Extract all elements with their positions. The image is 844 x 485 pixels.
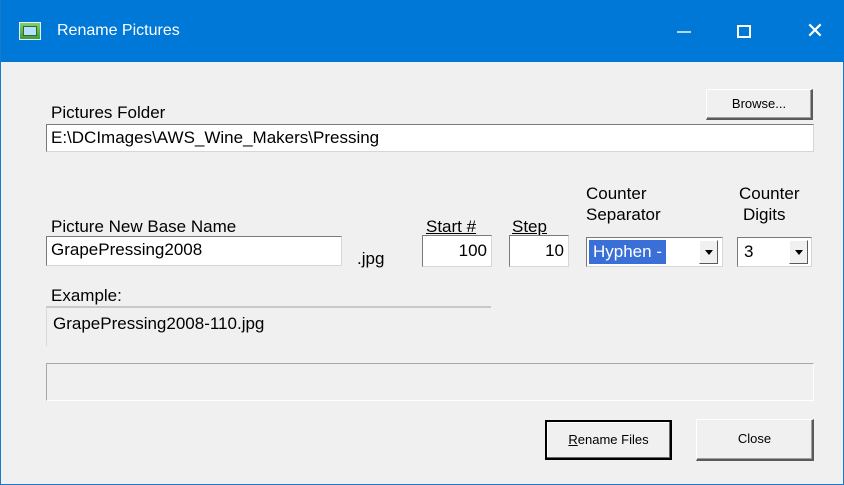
rename-files-label: ename Files xyxy=(577,432,649,447)
counter-digits-select[interactable]: 3 xyxy=(737,237,812,267)
pictures-app-icon[interactable] xyxy=(19,22,41,40)
pictures-folder-label: Pictures Folder xyxy=(51,103,166,122)
example-label: Example: xyxy=(51,286,122,305)
minimize-button[interactable] xyxy=(654,0,714,62)
maximize-icon xyxy=(737,25,751,39)
base-name-label: Picture New Base Name xyxy=(51,217,237,236)
step-label: Step xyxy=(512,217,547,236)
counter-digits-label-line2: Digits xyxy=(743,205,786,224)
step-field[interactable]: 10 xyxy=(509,235,569,267)
counter-separator-select[interactable]: Hyphen - xyxy=(586,237,723,267)
counter-separator-label-line1: Counter xyxy=(586,184,647,203)
counter-separator-label-line2: Separator xyxy=(586,205,661,224)
example-output: GrapePressing2008-110.jpg xyxy=(46,306,491,346)
close-icon: ✕ xyxy=(805,18,825,43)
counter-digits-value: 3 xyxy=(744,242,754,261)
title-bar[interactable]: Rename Pictures ✕ xyxy=(1,0,844,62)
minimize-icon xyxy=(677,30,691,33)
pictures-folder-field[interactable]: E:\DCImages\AWS_Wine_Makers\Pressing xyxy=(46,124,814,152)
rename-files-accesskey: R xyxy=(568,432,578,447)
chevron-down-icon[interactable] xyxy=(699,240,718,264)
browse-button[interactable]: Browse... xyxy=(706,89,813,120)
rename-pictures-window: Rename Pictures ✕ Pictures Folder Browse… xyxy=(0,0,844,485)
maximize-button[interactable] xyxy=(714,0,774,62)
close-window-button[interactable]: ✕ xyxy=(785,0,844,62)
close-button[interactable]: Close xyxy=(696,419,814,461)
start-number-field[interactable]: 100 xyxy=(422,235,492,267)
counter-separator-value: Hyphen - xyxy=(589,240,666,264)
rename-files-button[interactable]: Rename Files xyxy=(545,420,672,460)
extension-label: .jpg xyxy=(357,249,385,268)
start-number-label: Start # xyxy=(426,217,477,236)
chevron-down-icon[interactable] xyxy=(789,240,808,264)
progress-bar xyxy=(46,363,814,401)
window-title: Rename Pictures xyxy=(57,22,180,39)
counter-digits-label-line1: Counter xyxy=(739,184,800,203)
base-name-field[interactable]: GrapePressing2008 xyxy=(46,236,342,266)
